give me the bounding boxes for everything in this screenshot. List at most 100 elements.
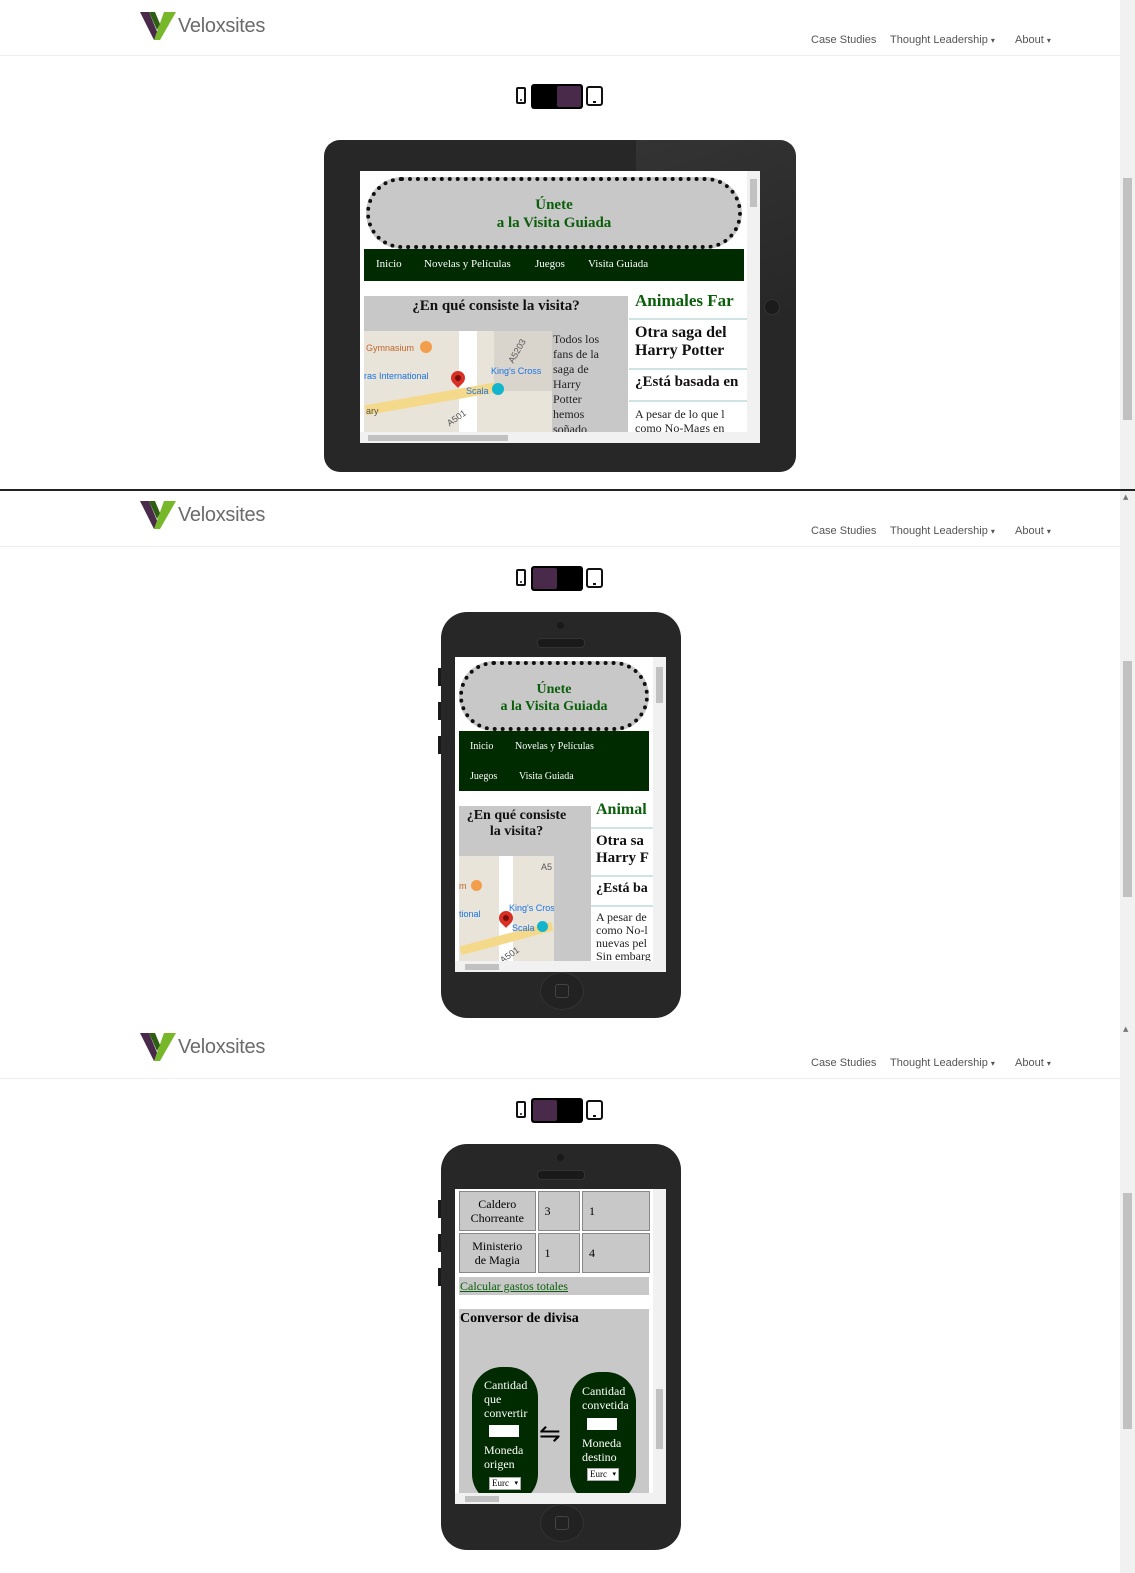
nav-case-studies[interactable]: Case Studies (811, 525, 876, 537)
page-scroll-thumb[interactable] (1123, 178, 1132, 420)
from-amount-label: Cantidad que convertir (484, 1378, 527, 1420)
device-toggle[interactable] (531, 1098, 583, 1123)
label-line: Cantidad (582, 1384, 626, 1398)
to-currency-select[interactable]: Eurc ▾ (587, 1468, 619, 1481)
map-embed[interactable]: m tional King's Cros Scala A501 A5 (459, 856, 554, 972)
table-cell: 4 (582, 1233, 650, 1273)
hscroll-thumb[interactable] (465, 964, 499, 970)
nav-about[interactable]: About ▾ (1015, 34, 1051, 46)
from-currency-select[interactable]: Eurc ▾ (489, 1477, 521, 1490)
phone-side-button[interactable] (438, 736, 441, 754)
phone-home-button[interactable] (540, 972, 584, 1010)
tablet-icon[interactable] (586, 1100, 603, 1120)
tablet-icon[interactable] (586, 568, 603, 588)
heading-line: Harry Potter (635, 342, 725, 359)
tablet-icon[interactable] (586, 86, 603, 106)
page-scroll-thumb[interactable] (1123, 1193, 1132, 1429)
brand-name[interactable]: Veloxsites (178, 1036, 265, 1059)
map-embed[interactable]: Gymnasium ras International King's Cross… (364, 331, 552, 443)
from-currency-label: Moneda origen (484, 1443, 523, 1471)
phone-icon[interactable] (516, 569, 526, 586)
toggle-knob[interactable] (533, 1100, 557, 1121)
page-scroll-thumb[interactable] (1123, 661, 1132, 897)
phone-home-button[interactable] (540, 1504, 584, 1542)
phone-side-button[interactable] (438, 1268, 441, 1286)
menu-item-novelas[interactable]: Novelas y Películas (424, 258, 511, 270)
phone-frame: Únete a la Visita Guiada Inicio Novelas … (438, 612, 681, 1018)
device-switcher[interactable] (515, 84, 605, 110)
to-amount-output[interactable] (587, 1418, 617, 1430)
vscroll-thumb[interactable] (750, 179, 757, 207)
nav-thought-leadership[interactable]: Thought Leadership ▾ (890, 1057, 995, 1069)
hscroll-thumb[interactable] (465, 1496, 499, 1502)
phone-screen-hscrollbar[interactable] (455, 1493, 653, 1504)
phone-side-button[interactable] (438, 1234, 441, 1252)
map-label-scala: Scala (466, 386, 489, 396)
nav-case-studies[interactable]: Case Studies (811, 34, 876, 46)
converter-title: Conversor de divisa (460, 1311, 579, 1326)
menu-item-novelas[interactable]: Novelas y Películas (515, 741, 594, 752)
menu-item-inicio[interactable]: Inicio (470, 741, 493, 752)
tablet-home-button[interactable] (764, 299, 780, 315)
toggle-knob[interactable] (533, 568, 557, 589)
tablet-screen-vscrollbar[interactable] (747, 171, 760, 443)
section-title: ¿En qué consiste la visita? (459, 808, 574, 840)
scroll-up-icon[interactable]: ▲ (1123, 1025, 1128, 1033)
hscroll-thumb[interactable] (368, 435, 508, 441)
page-scrollbar-2[interactable]: ▲ (1120, 491, 1135, 1023)
calculate-costs-link[interactable]: Calcular gastos totales (460, 1279, 568, 1294)
costs-table: Caldero Chorreante 3 1 Ministerio de Magia… (457, 1189, 652, 1275)
scroll-up-icon[interactable]: ▲ (1123, 493, 1128, 501)
menu-item-juegos[interactable]: Juegos (470, 771, 497, 782)
device-toggle[interactable] (531, 566, 583, 591)
phone-screen: Únete a la Visita Guiada Inicio Novelas … (455, 657, 666, 972)
nav-about[interactable]: About ▾ (1015, 525, 1051, 537)
menu-item-juegos[interactable]: Juegos (535, 258, 565, 270)
device-switcher[interactable] (515, 1098, 605, 1124)
phone-side-button[interactable] (438, 668, 441, 686)
brand-name[interactable]: Veloxsites (178, 15, 265, 38)
article-pane: Animal Otra sa Harry F ¿Está ba A pesar … (591, 791, 653, 972)
vscroll-thumb[interactable] (656, 1389, 663, 1449)
article-pane: Animales Far Otra saga del Harry Potter … (629, 281, 747, 443)
phone-speaker (537, 638, 585, 648)
vscroll-thumb[interactable] (656, 667, 663, 703)
map-label-tional: tional (459, 909, 481, 919)
body-line: fans de la (553, 347, 599, 361)
phone-screen-vscrollbar[interactable] (653, 1189, 666, 1504)
select-value: Eurc (492, 1478, 509, 1488)
brand-name[interactable]: Veloxsites (178, 504, 265, 527)
menu-item-visita[interactable]: Visita Guiada (519, 771, 574, 782)
to-amount-label: Cantidad convetida (582, 1384, 629, 1412)
tour-body-text: Todos los fans de la saga de Harry Potte… (553, 332, 623, 437)
phone-camera (557, 1154, 564, 1161)
veloxsites-logo-icon[interactable] (140, 10, 176, 40)
nav-case-studies[interactable]: Case Studies (811, 1057, 876, 1069)
page-scrollbar-1[interactable] (1120, 0, 1135, 490)
nav-about[interactable]: About ▾ (1015, 1057, 1051, 1069)
nav-thought-leadership[interactable]: Thought Leadership ▾ (890, 34, 995, 46)
article-text: A pesar de lo que l como No-Mags en (635, 407, 725, 435)
veloxsites-logo-icon[interactable] (140, 499, 176, 529)
phone-screen-hscrollbar[interactable] (455, 961, 653, 972)
menu-item-inicio[interactable]: Inicio (376, 258, 402, 270)
nav-thought-leadership[interactable]: Thought Leadership ▾ (890, 525, 995, 537)
map-label-kings-cross: King's Cross (491, 366, 542, 376)
menu-item-visita[interactable]: Visita Guiada (588, 258, 648, 270)
from-amount-input[interactable] (489, 1425, 519, 1437)
chevron-down-icon: ▾ (612, 1470, 616, 1478)
phone-side-button[interactable] (438, 702, 441, 720)
phone-side-button[interactable] (438, 1200, 441, 1218)
tablet-screen-hscrollbar[interactable] (360, 432, 747, 443)
phone-icon[interactable] (516, 1101, 526, 1118)
device-switcher[interactable] (515, 566, 605, 592)
device-toggle[interactable] (531, 84, 583, 109)
screenshot-phone-view-scrolled: Veloxsites Case Studies Thought Leadersh… (0, 1023, 1120, 1573)
table-cell-name: Ministerio de Magia (459, 1233, 536, 1273)
toggle-knob[interactable] (557, 86, 581, 107)
veloxsites-logo-icon[interactable] (140, 1031, 176, 1061)
phone-screen-vscrollbar[interactable] (653, 657, 666, 972)
phone-icon[interactable] (516, 87, 526, 104)
page-scrollbar-3[interactable]: ▲ (1120, 1023, 1135, 1573)
map-label-kings-cross: King's Cros (509, 903, 554, 913)
